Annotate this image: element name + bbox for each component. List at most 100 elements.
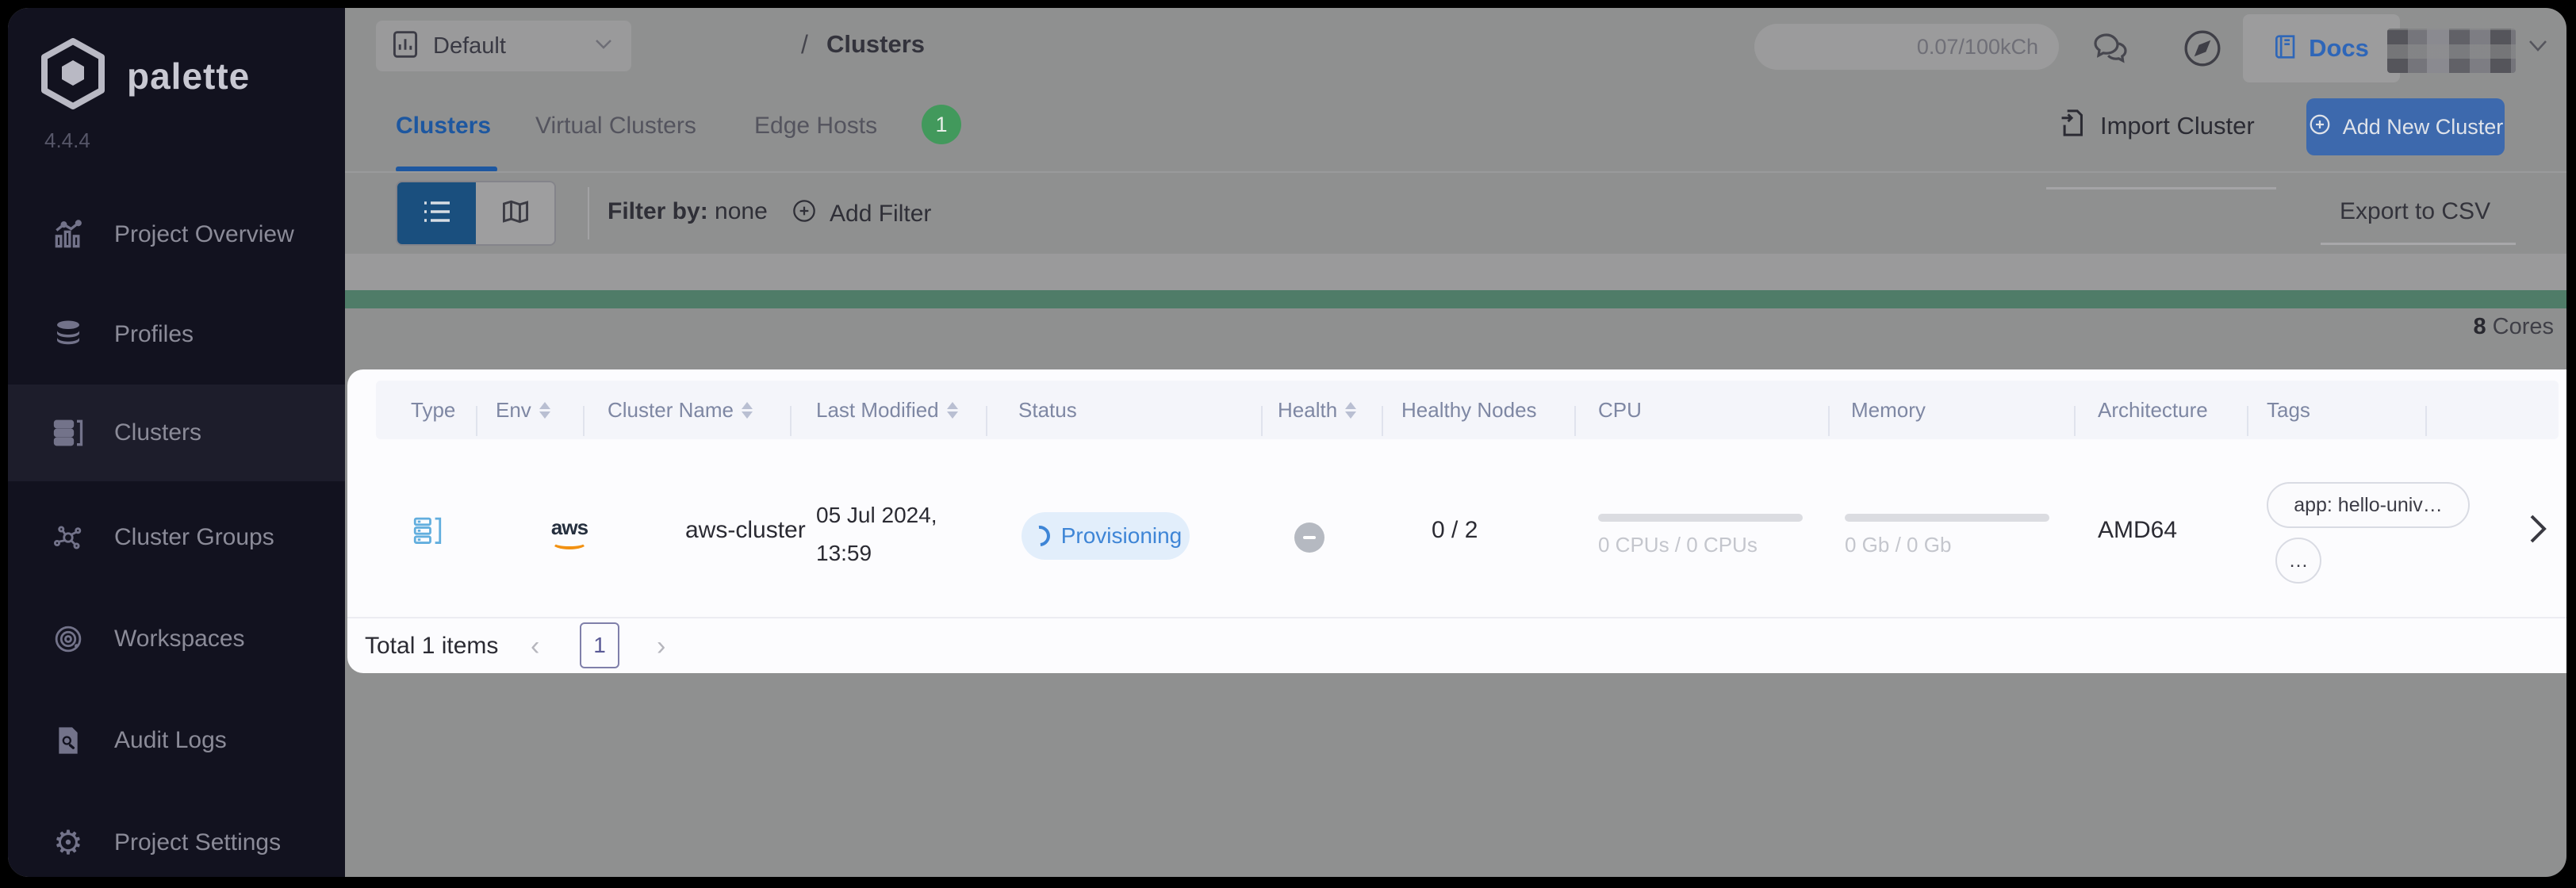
add-new-cluster-label: Add New Cluster [2342, 114, 2504, 139]
sidebar-item-label: Workspaces [114, 626, 245, 652]
last-modified: 05 Jul 2024, 13:59 [816, 503, 937, 565]
filter-by-value: none [715, 198, 768, 224]
page-number[interactable]: 1 [580, 622, 619, 668]
export-to-csv-button[interactable]: Export to CSV [2340, 198, 2490, 225]
usage-badge: 0.07/100kCh [1754, 24, 2059, 70]
add-filter-button[interactable]: Add Filter [792, 198, 931, 230]
tag-overflow-chip[interactable]: … [2275, 538, 2321, 584]
brand: palette [38, 36, 250, 115]
list-view-icon [420, 197, 454, 231]
usage-strip [345, 254, 2566, 290]
filter-by-text: Filter by: none [608, 198, 768, 225]
column-separator [1261, 406, 1263, 436]
filter-divider [588, 187, 589, 239]
column-separator [1828, 406, 1830, 436]
cores-count: 8 [2473, 314, 2486, 339]
user-name-redacted[interactable] [2387, 29, 2516, 73]
cluster-name[interactable]: aws-cluster [685, 517, 806, 544]
column-cpu: CPU [1598, 398, 1642, 422]
row-chevron-right-icon[interactable] [2527, 512, 2549, 549]
sidebar-item-workspaces[interactable]: Workspaces [8, 591, 345, 687]
breadcrumb-current: Clusters [826, 30, 926, 58]
list-view-button[interactable] [397, 182, 476, 244]
status-label: Provisioning [1060, 523, 1183, 548]
column-separator [2247, 406, 2248, 436]
app-version: 4.4.4 [44, 128, 90, 152]
import-cluster-button[interactable]: Import Cluster [2059, 108, 2255, 144]
healthy-nodes-value: 0 / 2 [1432, 517, 1478, 543]
sidebar-item-cluster-groups[interactable]: Cluster Groups [8, 489, 345, 586]
memory-meter [1845, 514, 2049, 522]
filter-by-label: Filter by: [608, 198, 708, 224]
screen: palette 4.4.4 Project Overview Profiles [0, 0, 2576, 888]
sidebar-item-label: Cluster Groups [114, 524, 274, 550]
spinner-icon [1025, 521, 1055, 551]
export-underline [2321, 243, 2516, 245]
sidebar-item-profiles[interactable]: Profiles [8, 286, 345, 383]
sort-icon [741, 402, 753, 419]
view-mode-toggle [396, 181, 556, 246]
profiles-icon [51, 317, 86, 352]
table-footer: Total 1 items ‹ 1 › [347, 617, 2566, 673]
cpu-meter [1598, 514, 1803, 522]
column-healthy-nodes: Healthy Nodes [1401, 398, 1537, 422]
sort-icon [946, 402, 958, 419]
file-import-icon [2059, 108, 2084, 144]
cores-progress-bar [345, 290, 2566, 308]
compass-icon[interactable] [2183, 29, 2222, 72]
plus-circle-icon [792, 198, 817, 230]
import-cluster-label: Import Cluster [2100, 112, 2255, 140]
chat-icon[interactable] [2091, 30, 2132, 71]
chart-icon [392, 29, 419, 63]
cluster-type-icon [411, 514, 444, 551]
sidebar-item-project-settings[interactable]: ⚙ Project Settings [8, 794, 345, 877]
table-header: Type Env Cluster Name Last Modified Stat… [376, 381, 2559, 439]
column-separator [2074, 406, 2076, 436]
tabs-divider [345, 171, 2566, 173]
column-status: Status [1018, 398, 1077, 422]
chevron-down-icon [592, 36, 615, 56]
app-window: palette 4.4.4 Project Overview Profiles [8, 8, 2566, 877]
next-page-icon[interactable]: › [657, 631, 665, 662]
chevron-down-icon[interactable] [2524, 36, 2552, 59]
map-view-button[interactable] [476, 182, 554, 244]
tab-clusters[interactable]: Clusters [396, 113, 491, 140]
column-separator [790, 406, 792, 436]
aws-env-icon: aws [549, 515, 590, 549]
brand-name: palette [127, 55, 251, 97]
workspaces-icon [51, 622, 86, 656]
sidebar-item-project-overview[interactable]: Project Overview [8, 186, 345, 283]
column-tags: Tags [2267, 398, 2310, 422]
column-env[interactable]: Env [496, 398, 550, 423]
cores-total: 8 Cores [2473, 314, 2554, 340]
architecture-value: AMD64 [2098, 517, 2178, 543]
project-selector[interactable]: Default [376, 21, 631, 71]
audit-logs-icon [51, 723, 86, 758]
sidebar-item-clusters[interactable]: Clusters [8, 385, 345, 481]
project-selector-value: Default [433, 33, 506, 59]
import-underline [2046, 187, 2276, 189]
prev-page-icon[interactable]: ‹ [531, 631, 539, 662]
sidebar-item-audit-logs[interactable]: Audit Logs [8, 692, 345, 789]
docs-button[interactable]: Docs [2243, 14, 2400, 82]
tab-edge-hosts[interactable]: Edge Hosts [754, 113, 877, 140]
sidebar-item-label: Clusters [114, 419, 202, 446]
plus-circle-icon [2308, 113, 2332, 142]
memory-value: 0 Gb / 0 Gb [1845, 533, 1952, 557]
add-new-cluster-button[interactable]: Add New Cluster [2306, 98, 2505, 155]
clusters-table-card: Type Env Cluster Name Last Modified Stat… [347, 369, 2566, 673]
column-memory: Memory [1851, 398, 1926, 422]
tag-chip[interactable]: app: hello-univ… [2267, 482, 2470, 528]
column-last-modified[interactable]: Last Modified [816, 398, 958, 423]
tab-virtual-clusters[interactable]: Virtual Clusters [535, 113, 696, 140]
sort-icon [1345, 402, 1357, 419]
column-cluster-name[interactable]: Cluster Name [608, 398, 753, 423]
project-settings-icon: ⚙ [53, 824, 83, 861]
book-icon [2274, 33, 2298, 64]
table-row[interactable]: aws aws-cluster 05 Jul 2024, 13:59 Provi… [376, 439, 2559, 617]
column-separator [1574, 406, 1576, 436]
docs-label: Docs [2309, 34, 2369, 62]
map-view-icon [500, 197, 531, 230]
column-health[interactable]: Health [1278, 398, 1357, 423]
breadcrumb-separator: / [801, 30, 808, 59]
